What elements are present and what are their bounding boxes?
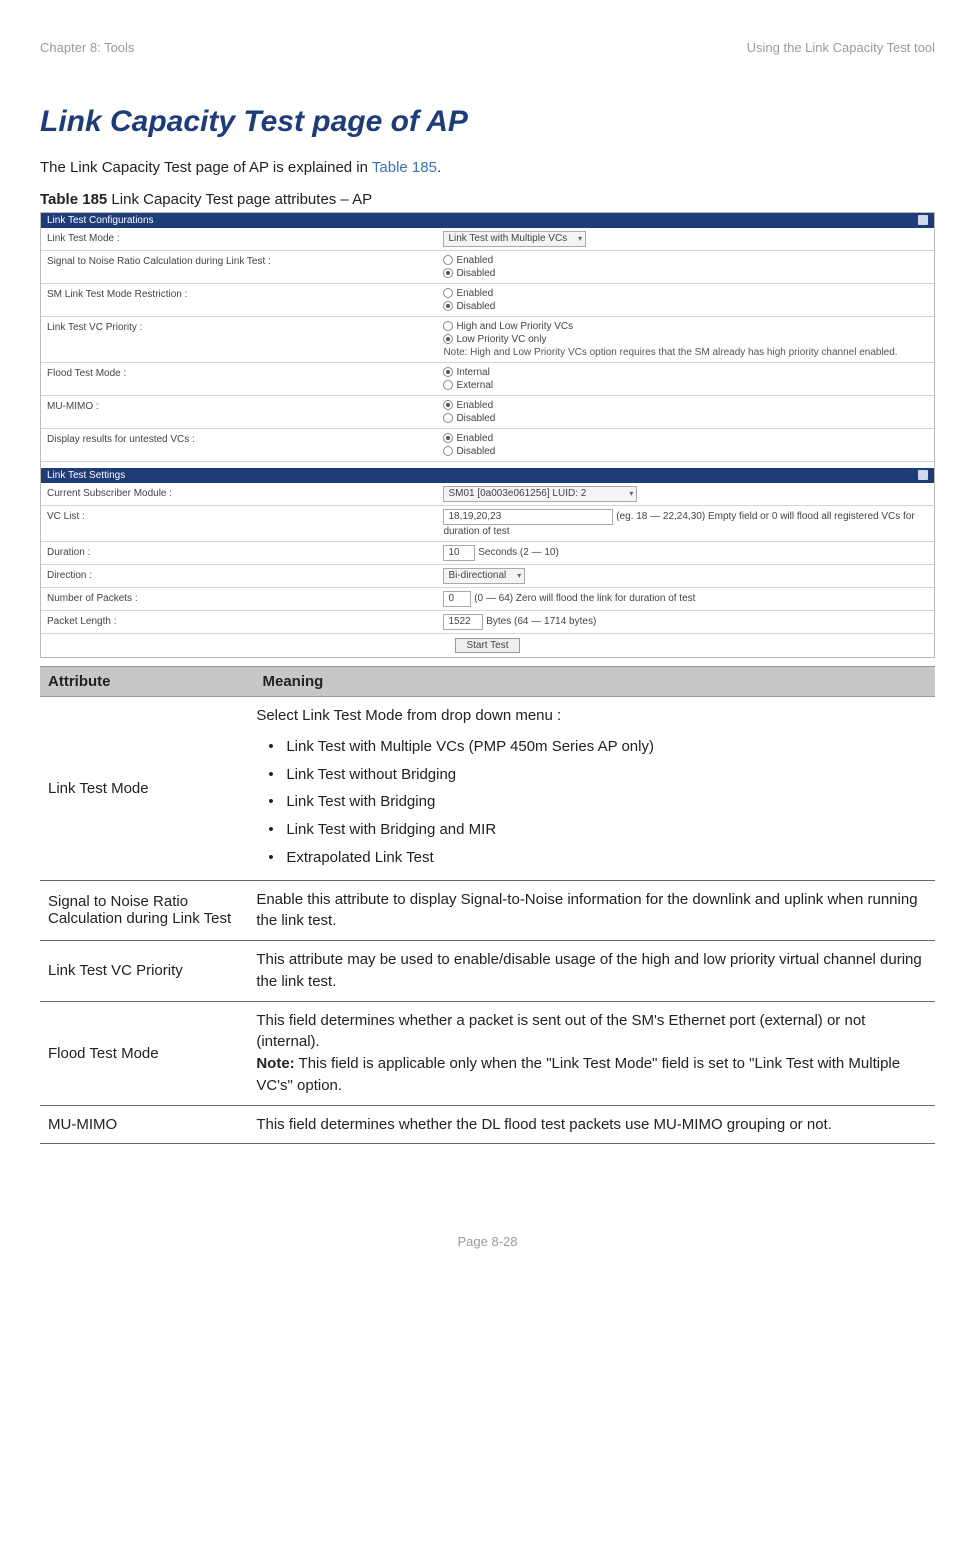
table-caption: Table 185 Link Capacity Test page attrib… (40, 191, 935, 208)
list-item: Link Test with Multiple VCs (PMP 450m Se… (256, 733, 927, 761)
panel-title: Link Test Configurations (47, 215, 154, 226)
duration-hint: Seconds (2 — 10) (478, 547, 559, 558)
row-direction: Direction : Bi-directional (41, 565, 934, 588)
attr-row-snr: Signal to Noise Ratio Calculation during… (40, 881, 935, 942)
attr-table-header: Attribute Meaning (40, 666, 935, 697)
radio-enabled[interactable] (443, 288, 453, 298)
attr-row-mu-mimo: MU-MIMO This field determines whether th… (40, 1106, 935, 1145)
label: Link Test VC Priority : (47, 320, 443, 333)
radio-enabled[interactable] (443, 433, 453, 443)
packet-length-hint: Bytes (64 — 1714 bytes) (486, 616, 596, 627)
chapter-label: Chapter 8: Tools (40, 40, 134, 55)
label: Flood Test Mode : (47, 366, 443, 379)
row-current-sm: Current Subscriber Module : SM01 [0a003e… (41, 483, 934, 506)
row-duration: Duration : 10 Seconds (2 — 10) (41, 542, 934, 565)
label: Current Subscriber Module : (47, 486, 443, 499)
radio-enabled[interactable] (443, 400, 453, 410)
page-footer: Page 8-28 (40, 1234, 935, 1249)
intro-text-prefix: The Link Capacity Test page of AP is exp… (40, 159, 372, 176)
radio-high-low[interactable] (443, 321, 453, 331)
list-item: Link Test without Bridging (256, 761, 927, 789)
direction-select[interactable]: Bi-directional (443, 568, 525, 584)
num-packets-hint: (0 — 64) Zero will flood the link for du… (474, 593, 695, 604)
row-sm-restriction: SM Link Test Mode Restriction : Enabled … (41, 284, 934, 317)
row-display-untested: Display results for untested VCs : Enabl… (41, 429, 934, 462)
row-snr-calc: Signal to Noise Ratio Calculation during… (41, 251, 934, 284)
radio-enabled[interactable] (443, 255, 453, 265)
meaning-list: Link Test with Multiple VCs (PMP 450m Se… (256, 733, 927, 872)
current-sm-select[interactable]: SM01 [0a003e061256] LUID: 2 (443, 486, 637, 502)
label: Packet Length : (47, 614, 443, 627)
page-title: Link Capacity Test page of AP (40, 105, 935, 139)
packet-length-input[interactable]: 1522 (443, 614, 483, 630)
num-packets-input[interactable]: 0 (443, 591, 471, 607)
attr-meaning: This field determines whether a packet i… (256, 1010, 935, 1097)
section-label: Using the Link Capacity Test tool (747, 40, 935, 55)
meaning-note: Note: This field is applicable only when… (256, 1053, 927, 1097)
row-vc-list: VC List : 18,19,20,23 (eg. 18 — 22,24,30… (41, 506, 934, 542)
label: Display results for untested VCs : (47, 432, 443, 445)
attr-meaning: Select Link Test Mode from drop down men… (256, 705, 935, 872)
attr-name: Link Test Mode (40, 780, 256, 797)
label: SM Link Test Mode Restriction : (47, 287, 443, 300)
duration-input[interactable]: 10 (443, 545, 475, 561)
vc-list-input[interactable]: 18,19,20,23 (443, 509, 613, 525)
attr-meaning: This attribute may be used to enable/dis… (256, 949, 935, 993)
attr-name: MU-MIMO (40, 1116, 256, 1133)
list-item: Extrapolated Link Test (256, 844, 927, 872)
panel-header-settings: Link Test Settings (41, 468, 934, 483)
attr-row-link-test-mode: Link Test Mode Select Link Test Mode fro… (40, 697, 935, 881)
attr-meaning: This field determines whether the DL flo… (256, 1114, 935, 1136)
label: MU-MIMO : (47, 399, 443, 412)
header-meaning: Meaning (254, 667, 935, 696)
list-item: Link Test with Bridging and MIR (256, 816, 927, 844)
attr-row-vc-priority: Link Test VC Priority This attribute may… (40, 941, 935, 1002)
attr-name: Link Test VC Priority (40, 962, 256, 979)
vc-priority-note: Note: High and Low Priority VCs option r… (443, 346, 928, 359)
link-test-mode-select[interactable]: Link Test with Multiple VCs (443, 231, 586, 247)
label: Link Test Mode : (47, 231, 443, 244)
attr-row-flood-test-mode: Flood Test Mode This field determines wh… (40, 1002, 935, 1106)
panel-toggle-icon[interactable] (918, 215, 928, 225)
row-num-packets: Number of Packets : 0 (0 — 64) Zero will… (41, 588, 934, 611)
row-vc-priority: Link Test VC Priority : High and Low Pri… (41, 317, 934, 363)
running-header: Chapter 8: Tools Using the Link Capacity… (40, 40, 935, 55)
panel-header-configurations: Link Test Configurations (41, 213, 934, 228)
attr-name: Signal to Noise Ratio Calculation during… (40, 893, 256, 927)
row-packet-length: Packet Length : 1522 Bytes (64 — 1714 by… (41, 611, 934, 634)
label: Signal to Noise Ratio Calculation during… (47, 254, 443, 267)
list-item: Link Test with Bridging (256, 788, 927, 816)
attr-meaning: Enable this attribute to display Signal-… (256, 889, 935, 933)
header-attribute: Attribute (40, 667, 254, 696)
link-test-screenshot: Link Test Configurations Link Test Mode … (40, 212, 935, 658)
start-test-button[interactable]: Start Test (455, 638, 519, 653)
table-caption-number: Table 185 (40, 191, 107, 208)
intro-paragraph: The Link Capacity Test page of AP is exp… (40, 159, 935, 176)
panel-title: Link Test Settings (47, 470, 125, 481)
radio-disabled[interactable] (443, 446, 453, 456)
intro-text-suffix: . (437, 159, 441, 176)
radio-external[interactable] (443, 380, 453, 390)
meaning-lead: Select Link Test Mode from drop down men… (256, 707, 561, 724)
radio-disabled[interactable] (443, 413, 453, 423)
row-link-test-mode: Link Test Mode : Link Test with Multiple… (41, 228, 934, 251)
meaning-para: This field determines whether a packet i… (256, 1010, 927, 1054)
radio-internal[interactable] (443, 367, 453, 377)
label: Number of Packets : (47, 591, 443, 604)
table-reference-link[interactable]: Table 185 (372, 159, 437, 176)
radio-low-only[interactable] (443, 334, 453, 344)
note-text: This field is applicable only when the "… (256, 1055, 900, 1094)
note-label: Note: (256, 1055, 294, 1072)
row-flood-test-mode: Flood Test Mode : Internal External (41, 363, 934, 396)
start-test-row: Start Test (41, 634, 934, 657)
panel-toggle-icon[interactable] (918, 470, 928, 480)
label: Direction : (47, 568, 443, 581)
table-caption-text: Link Capacity Test page attributes – AP (107, 191, 372, 208)
radio-disabled[interactable] (443, 268, 453, 278)
attr-name: Flood Test Mode (40, 1045, 256, 1062)
row-mu-mimo: MU-MIMO : Enabled Disabled (41, 396, 934, 429)
label: VC List : (47, 509, 443, 522)
radio-disabled[interactable] (443, 301, 453, 311)
label: Duration : (47, 545, 443, 558)
